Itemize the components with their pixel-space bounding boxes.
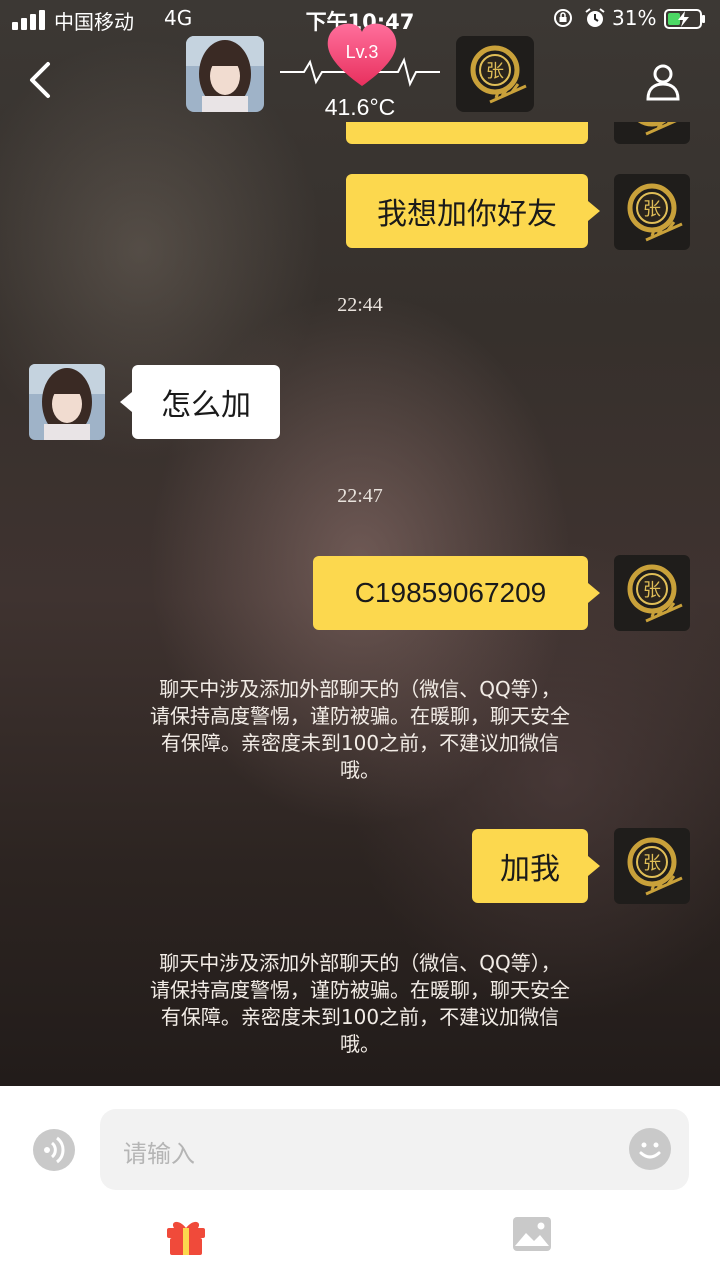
- incoming-message[interactable]: 怎么加: [120, 365, 280, 439]
- notice-line: 请保持高度警惕，谨防被骗。在暖聊，聊天安全: [150, 978, 570, 1002]
- message-timestamp: 22:44: [337, 294, 383, 316]
- svg-text:张: 张: [486, 61, 504, 82]
- notice-line: 有保障。亲密度未到100之前，不建议加微信: [160, 1005, 560, 1029]
- self-avatar-partial: [614, 122, 690, 144]
- message-bubble-partial: [346, 122, 588, 144]
- notice-line: 哦。: [340, 1032, 380, 1056]
- chat-background: [0, 0, 720, 1086]
- safety-notice: 聊天中涉及添加外部聊天的（微信、QQ等）， 请保持高度警惕，谨防被骗。在暖聊，聊…: [110, 950, 610, 1058]
- safety-notice: 聊天中涉及添加外部聊天的（微信、QQ等）， 请保持高度警惕，谨防被骗。在暖聊，聊…: [110, 676, 610, 784]
- profile-button[interactable]: [644, 62, 682, 102]
- level-badge: Lv.3: [345, 42, 379, 62]
- image-icon[interactable]: [512, 1216, 552, 1252]
- emoji-button[interactable]: [629, 1128, 671, 1170]
- self-avatar-message[interactable]: 张: [614, 828, 690, 904]
- message-timestamp: 22:47: [337, 485, 383, 507]
- notice-line: 哦。: [340, 758, 380, 782]
- self-avatar-message[interactable]: 张: [614, 555, 690, 631]
- notice-line: 有保障。亲密度未到100之前，不建议加微信: [160, 731, 560, 755]
- outgoing-message[interactable]: 我想加你好友: [346, 174, 600, 248]
- self-avatar[interactable]: 张: [456, 36, 534, 112]
- battery-percent: 31%: [612, 6, 657, 30]
- svg-text:张: 张: [643, 853, 661, 874]
- outgoing-message[interactable]: 加我: [472, 829, 600, 903]
- smiley-icon: [639, 1142, 661, 1159]
- self-avatar-message[interactable]: 张: [614, 174, 690, 250]
- outgoing-message[interactable]: C19859067209: [313, 556, 600, 630]
- alarm-icon: [585, 8, 605, 27]
- notice-line: 聊天中涉及添加外部聊天的（微信、QQ等），: [159, 951, 561, 975]
- back-button[interactable]: [22, 58, 62, 102]
- intimacy-temperature: 41.6°C: [324, 94, 396, 120]
- svg-text:张: 张: [643, 580, 661, 601]
- voice-icon: [44, 1136, 65, 1164]
- battery-charging-icon: [664, 9, 705, 29]
- notice-line: 请保持高度警惕，谨防被骗。在暖聊，聊天安全: [150, 704, 570, 728]
- gift-icon[interactable]: [164, 1214, 208, 1256]
- svg-text:张: 张: [643, 199, 661, 220]
- contact-avatar-message[interactable]: [29, 364, 105, 440]
- notice-line: 聊天中涉及添加外部聊天的（微信、QQ等），: [159, 677, 561, 701]
- rotation-lock-icon: [554, 9, 572, 27]
- voice-input-button[interactable]: [33, 1129, 75, 1171]
- contact-avatar[interactable]: [186, 36, 264, 112]
- message-input-placeholder: 请输入: [123, 1140, 195, 1168]
